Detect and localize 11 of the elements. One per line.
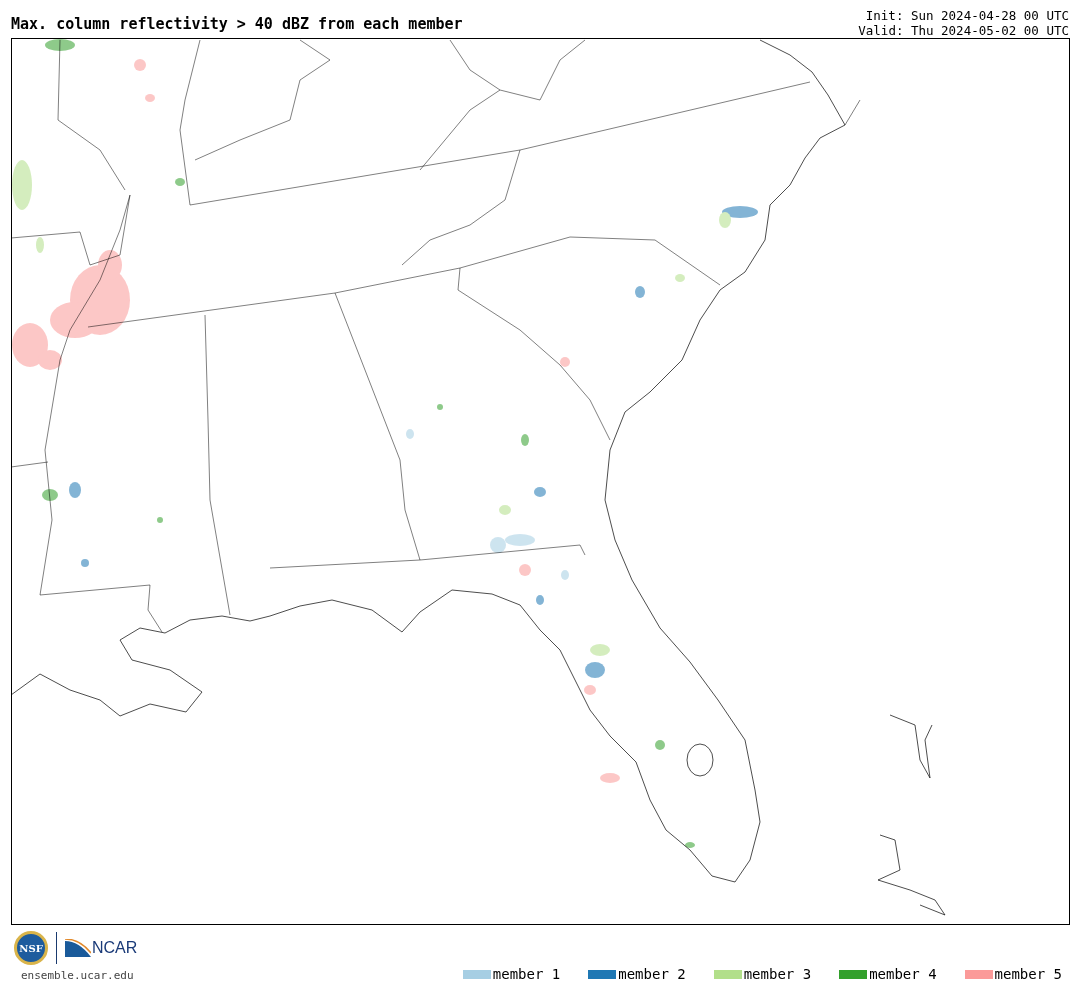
run-time-label: Valid: Thu 2024-05-02 00 UTC: [858, 23, 1069, 38]
legend-label: member 4: [869, 966, 937, 982]
plot-title: Max. column reflectivity > 40 dBZ from each member: [11, 15, 463, 35]
legend-label: member 2: [618, 966, 686, 982]
ncar-logo: NCAR: [65, 939, 138, 957]
legend-label: member 5: [994, 966, 1062, 982]
run-time-label: Init: Sun 2024-04-28 00 UTC: [865, 8, 1069, 23]
legend-label: member 1: [492, 966, 561, 982]
nsf-logo: NSF: [14, 931, 48, 965]
website-label: ensemble.ucar.edu: [20, 969, 135, 982]
legend-label: member 3: [743, 966, 812, 982]
